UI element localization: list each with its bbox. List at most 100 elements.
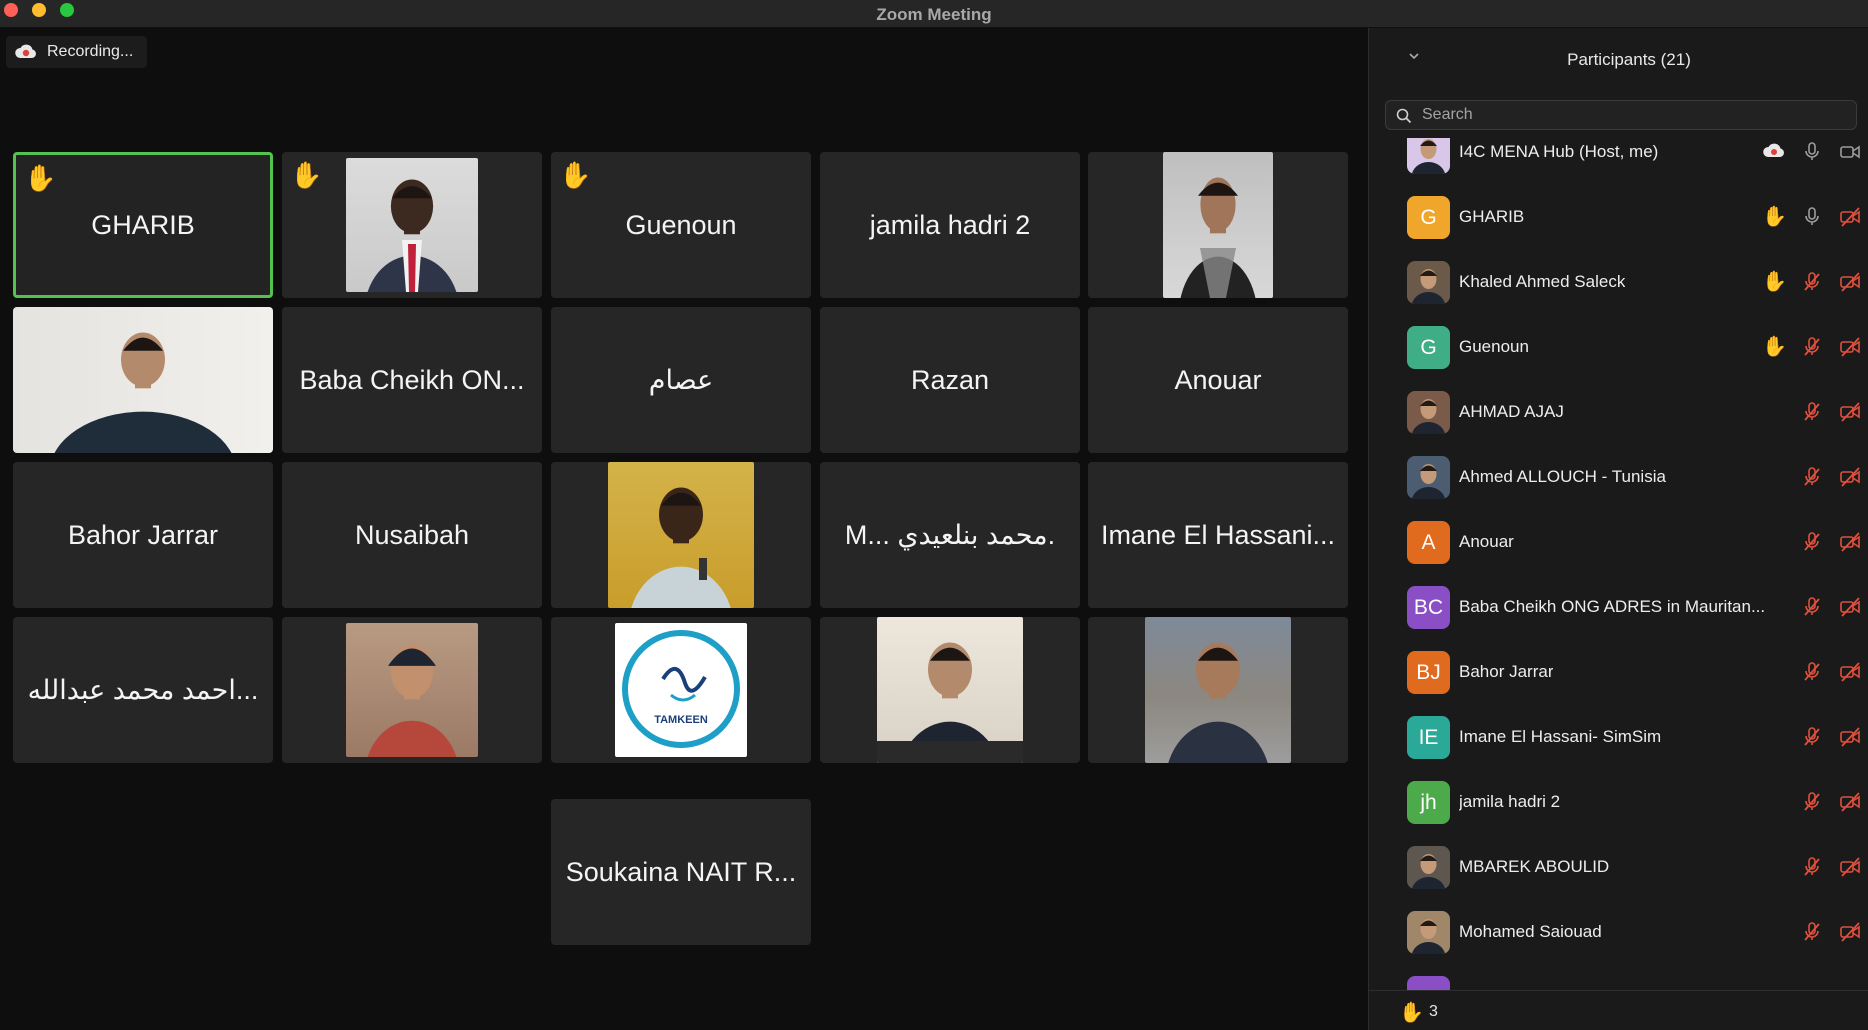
video-off-icon[interactable] (1838, 335, 1862, 359)
video-tile[interactable] (282, 617, 542, 763)
recording-cloud-icon (1762, 140, 1786, 164)
participant-row[interactable]: Ahmed ALLOUCH - Tunisia (1369, 445, 1868, 510)
participant-row[interactable]: G Guenoun ✋ (1369, 315, 1868, 380)
participant-row[interactable]: I4C MENA Hub (Host, me) (1369, 138, 1868, 185)
participant-name: Anouar (1459, 532, 1514, 551)
video-off-icon[interactable] (1838, 205, 1862, 229)
logo-text: TAMKEEN (654, 714, 708, 726)
video-tile[interactable]: عصام (551, 307, 811, 453)
video-feed: TAMKEEN (615, 623, 747, 757)
participant-name: AHMAD AJAJ (1459, 402, 1564, 421)
raised-hands-footer: ✋ 3 (1369, 990, 1868, 1030)
video-tile[interactable]: Guenoun ✋ (551, 152, 811, 298)
mic-muted-icon[interactable] (1800, 335, 1824, 359)
mic-muted-icon[interactable] (1800, 465, 1824, 489)
video-off-icon[interactable] (1838, 465, 1862, 489)
avatar: G (1407, 196, 1450, 239)
video-tile[interactable]: TAMKEEN (551, 617, 811, 763)
tile-name: Soukaina NAIT R... (565, 856, 797, 887)
video-off-icon[interactable] (1838, 660, 1862, 684)
avatar-photo (1411, 854, 1446, 889)
video-tile[interactable] (1088, 152, 1348, 298)
avatar-photo (1411, 919, 1446, 954)
avatar (1407, 846, 1450, 889)
participant-row[interactable]: G GHARIB ✋ (1369, 185, 1868, 250)
participant-photo (877, 642, 1023, 763)
avatar-initials: BC (1413, 595, 1444, 619)
tile-name: Baba Cheikh ON... (299, 364, 525, 395)
participant-photo (54, 332, 232, 453)
video-tile[interactable]: ✋ (282, 152, 542, 298)
avatar: IE (1407, 716, 1450, 759)
video-tile[interactable] (13, 307, 273, 453)
tile-name: GHARIB (91, 209, 195, 240)
mic-muted-icon[interactable] (1800, 725, 1824, 749)
participant-row[interactable] (1369, 965, 1868, 990)
video-tile[interactable] (1088, 617, 1348, 763)
video-tile[interactable] (820, 617, 1080, 763)
raised-hand-icon: ✋ (1762, 271, 1787, 293)
mic-muted-icon[interactable] (1800, 790, 1824, 814)
participant-row[interactable]: A Anouar (1369, 510, 1868, 575)
video-tile[interactable]: احمد محمد عبدالله... (13, 617, 273, 763)
video-tile[interactable]: M... محمد بنلعيدي. (820, 462, 1080, 608)
tile-name: Razan (910, 364, 990, 395)
mic-muted-icon[interactable] (1800, 920, 1824, 944)
video-tile[interactable]: jamila hadri 2 (820, 152, 1080, 298)
participant-photo (631, 487, 731, 608)
video-feed (346, 158, 478, 292)
video-tile[interactable]: Razan (820, 307, 1080, 453)
tile-name: Anouar (1174, 364, 1262, 395)
mic-muted-icon[interactable] (1800, 660, 1824, 684)
participant-name: Guenoun (1459, 337, 1529, 356)
video-tile[interactable] (551, 462, 811, 608)
video-off-icon[interactable] (1838, 270, 1862, 294)
participant-row[interactable]: Mohamed Saiouad (1369, 900, 1868, 965)
video-tile[interactable]: Anouar (1088, 307, 1348, 453)
participant-name: I4C MENA Hub (Host, me) (1459, 142, 1659, 161)
search-icon (1396, 108, 1412, 124)
video-tile[interactable]: Nusaibah (282, 462, 542, 608)
participant-row[interactable]: IE Imane El Hassani- SimSim (1369, 705, 1868, 770)
avatar: jh (1407, 781, 1450, 824)
microphone-icon[interactable] (1800, 205, 1824, 229)
avatar-photo (1411, 399, 1446, 434)
video-off-icon[interactable] (1838, 530, 1862, 554)
video-off-icon[interactable] (1838, 725, 1862, 749)
avatar-photo (1411, 139, 1446, 174)
avatar (1407, 138, 1450, 174)
microphone-icon[interactable] (1800, 140, 1824, 164)
video-camera-icon[interactable] (1838, 140, 1862, 164)
participants-header: Participants (21) (1369, 28, 1868, 90)
zoom-window: Zoom Meeting GHARIB ✋ ✋ Guenoun ✋ jamila hadr… (0, 0, 1868, 1030)
video-tile[interactable]: Baba Cheikh ON... (282, 307, 542, 453)
avatar-initials: G (1420, 335, 1437, 359)
avatar-photo (1411, 269, 1446, 304)
video-grid: GHARIB ✋ ✋ Guenoun ✋ jamila hadri 2 Baba Cheik… (0, 28, 1368, 1030)
participant-row[interactable]: jh jamila hadri 2 (1369, 770, 1868, 835)
participant-row[interactable]: AHMAD AJAJ (1369, 380, 1868, 445)
avatar-photo (1411, 464, 1446, 499)
participant-row[interactable]: BJ Bahor Jarrar (1369, 640, 1868, 705)
search-input[interactable] (1422, 105, 1842, 125)
recording-indicator[interactable]: Recording... (6, 36, 148, 68)
participant-name: Baba Cheikh ONG ADRES in Mauritan... (1459, 597, 1766, 616)
mic-muted-icon[interactable] (1800, 855, 1824, 879)
mic-muted-icon[interactable] (1800, 595, 1824, 619)
video-off-icon[interactable] (1838, 855, 1862, 879)
video-tile[interactable]: GHARIB ✋ (13, 152, 273, 298)
video-off-icon[interactable] (1838, 400, 1862, 424)
video-tile[interactable]: Imane El Hassani... (1088, 462, 1348, 608)
participant-row[interactable]: MBAREK ABOULID (1369, 835, 1868, 900)
video-tile[interactable]: Soukaina NAIT R... (551, 799, 811, 945)
video-tile[interactable]: Bahor Jarrar (13, 462, 273, 608)
participant-row[interactable]: BC Baba Cheikh ONG ADRES in Mauritan... (1369, 575, 1868, 640)
video-off-icon[interactable] (1838, 920, 1862, 944)
mic-muted-icon[interactable] (1800, 530, 1824, 554)
video-off-icon[interactable] (1838, 790, 1862, 814)
participant-photo (367, 644, 457, 757)
mic-muted-icon[interactable] (1800, 400, 1824, 424)
video-off-icon[interactable] (1838, 595, 1862, 619)
participant-row[interactable]: Khaled Ahmed Saleck ✋ (1369, 250, 1868, 315)
mic-muted-icon[interactable] (1800, 270, 1824, 294)
